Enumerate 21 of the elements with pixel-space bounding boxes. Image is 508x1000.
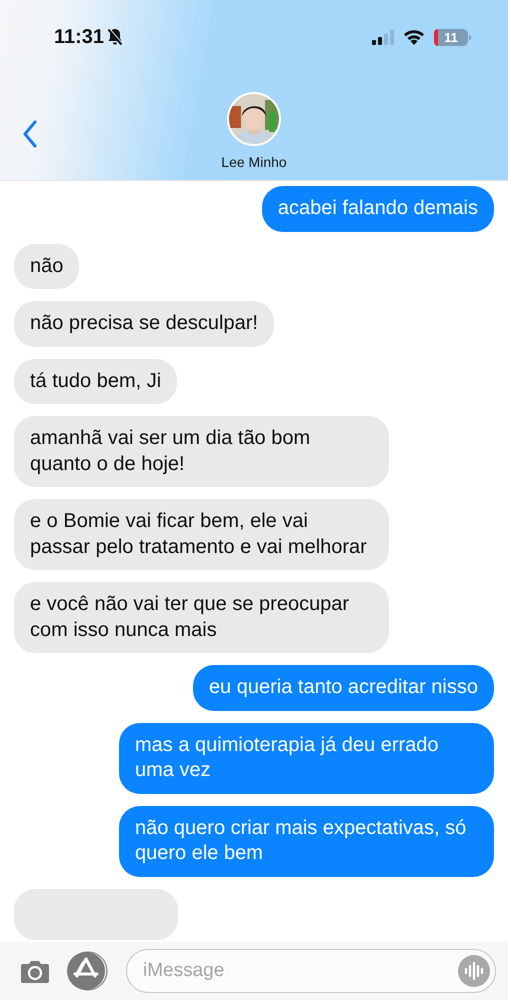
message-bubble: não quero criar mais expectativas, só quero ele bem	[119, 806, 494, 876]
message-bubble: mas a quimioterapia já deu errado uma vez	[119, 722, 494, 794]
message-bubble: não precisa se desculpar!	[14, 301, 274, 346]
status-time: 11:31	[54, 26, 104, 48]
message-bubble: e você não vai ter que se preocupar com isso nunca mais	[14, 582, 389, 653]
message-bubble: amanhã vai ser um dia tão bom quanto o de hoje!	[14, 416, 389, 487]
back-icon[interactable]	[22, 120, 38, 148]
battery-level: 11	[444, 30, 458, 44]
camera-icon[interactable]	[20, 958, 50, 984]
voice-wave-icon[interactable]	[458, 955, 490, 987]
message-bubble: acabei falando demais	[262, 186, 494, 232]
message-bubble: não	[14, 244, 80, 289]
message-bubble: eu queria tanto acreditar nisso	[192, 665, 494, 710]
message-bubble: e o Bomie vai ficar bem, ele vai passar pelo tratamento e vai melhorar	[14, 499, 389, 570]
message-field[interactable]: iMessage	[126, 949, 496, 993]
signal-icon	[372, 30, 394, 44]
message-bubble: tá tudo bem, Ji	[14, 358, 178, 404]
bell-slash-icon	[107, 28, 124, 46]
contact-name[interactable]: Lee Minho	[221, 154, 287, 170]
app-store-icon[interactable]	[66, 951, 108, 991]
wifi-icon	[403, 29, 425, 45]
